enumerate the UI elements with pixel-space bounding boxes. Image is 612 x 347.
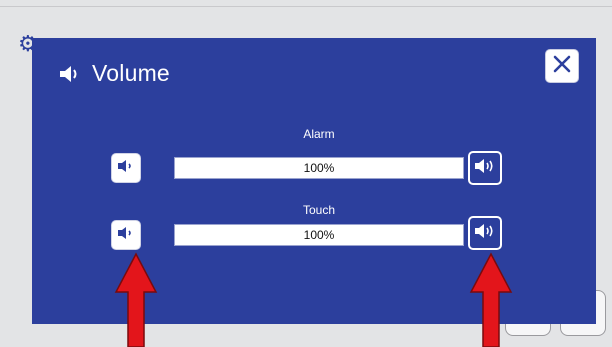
speaker-high-icon	[474, 158, 496, 179]
alarm-label: Alarm	[303, 127, 335, 141]
close-button[interactable]	[545, 49, 579, 83]
speaker-icon	[58, 64, 82, 84]
speaker-low-icon	[117, 159, 135, 178]
touch-volume-up-button[interactable]	[468, 216, 502, 250]
close-icon	[552, 54, 572, 79]
annotation-arrow	[469, 252, 513, 347]
alarm-volume-up-button[interactable]	[468, 151, 502, 185]
alarm-volume-down-button[interactable]	[111, 153, 141, 183]
divider	[0, 6, 612, 7]
dialog-header: Volume	[58, 60, 170, 87]
speaker-low-icon	[117, 226, 135, 245]
dialog-title: Volume	[92, 60, 170, 86]
touch-label: Touch	[302, 203, 336, 217]
touch-volume-down-button[interactable]	[111, 220, 141, 250]
touch-volume-bar[interactable]: 100%	[174, 224, 464, 246]
alarm-volume-bar[interactable]: 100%	[174, 157, 464, 179]
annotation-arrow	[114, 252, 158, 347]
speaker-high-icon	[474, 223, 496, 244]
